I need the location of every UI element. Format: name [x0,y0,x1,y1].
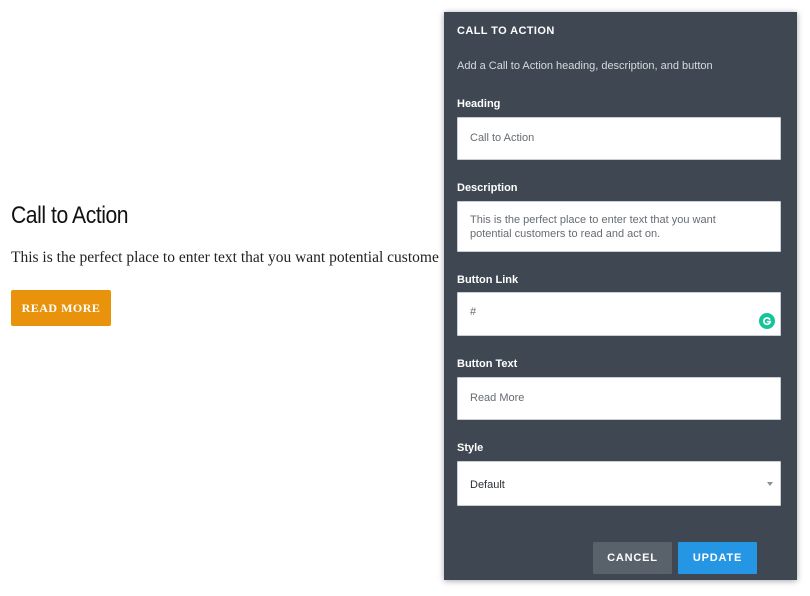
grammarly-icon[interactable] [759,313,775,329]
style-select-value: Default [470,479,505,491]
update-button[interactable]: UPDATE [678,542,757,574]
heading-field-value: Call to Action [470,132,535,144]
cancel-button[interactable]: CANCEL [593,542,672,574]
panel-title: CALL TO ACTION [457,25,555,37]
read-more-button[interactable]: READ MORE [11,290,111,326]
chevron-down-icon [767,482,773,486]
style-select[interactable]: Default [457,461,781,506]
button-text-field[interactable]: Read More [457,377,781,420]
button-text-field-value: Read More [470,392,525,404]
heading-field[interactable]: Call to Action [457,117,781,160]
button-link-field[interactable]: # [457,292,781,336]
button-text-label: Button Text [457,358,518,370]
description-label: Description [457,182,518,194]
cta-description: This is the perfect place to enter text … [11,249,439,266]
style-label: Style [457,442,484,454]
description-field[interactable]: This is the perfect place to enter text … [457,201,781,252]
button-link-label: Button Link [457,274,519,286]
panel-subtitle: Add a Call to Action heading, descriptio… [457,60,713,72]
call-to-action-panel: CALL TO ACTION Add a Call to Action head… [444,12,797,580]
description-field-value: This is the perfect place to enter text … [470,214,716,240]
button-link-field-value: # [470,306,477,318]
cta-heading: Call to Action [11,202,129,229]
heading-label: Heading [457,98,501,110]
